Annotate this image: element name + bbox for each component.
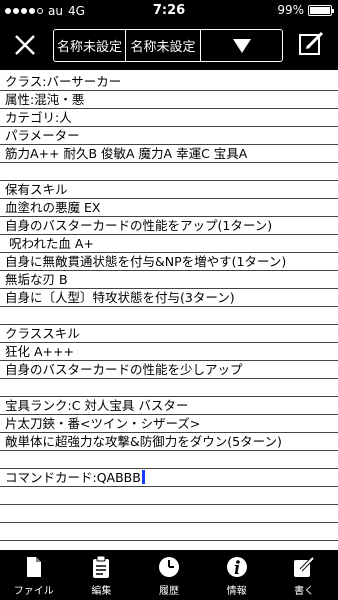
note-line-text: 保有スキル — [5, 182, 68, 197]
note-line-text: 狂化 A+++ — [5, 344, 74, 359]
note-line[interactable]: 自身のバスターカードの性能を少しアップ — [0, 361, 338, 379]
edit-button[interactable] — [296, 29, 326, 59]
note-line[interactable]: 血塗れの悪魔 EX — [0, 199, 338, 217]
note-line[interactable] — [0, 451, 338, 469]
note-line-text: 自身に〔人型〕特攻状態を付与(3ターン) — [5, 290, 235, 305]
note-line[interactable]: 狂化 A+++ — [0, 343, 338, 361]
close-icon — [15, 35, 35, 55]
tab-bar: ファイル 編集 履歴 情報 書く — [0, 550, 338, 600]
note-line-text: コマンドカード:QABBB — [5, 470, 141, 485]
note-line-text: 無垢な刃 B — [5, 272, 68, 287]
note-line-text: カテゴリ:人 — [5, 110, 72, 125]
triangle-down-icon — [232, 38, 251, 53]
clock-icon — [158, 557, 179, 577]
note-line[interactable]: 片太刀鋏・番<ツイン・シザーズ> — [0, 415, 338, 433]
note-line-text: 血塗れの悪魔 EX — [5, 200, 101, 215]
note-line[interactable]: 宝具ランク:C 対人宝具 バスター — [0, 397, 338, 415]
title-segment-2[interactable]: 名称未設定 — [126, 30, 201, 61]
note-line[interactable] — [0, 523, 338, 541]
note-line[interactable] — [0, 487, 338, 505]
dropdown-button[interactable] — [201, 30, 282, 61]
note-line[interactable]: 敵単体に超強力な攻撃&防御力をダウン(5ターン) — [0, 433, 338, 451]
note-line[interactable]: クラススキル — [0, 325, 338, 343]
file-icon — [26, 557, 41, 577]
tab-write-label: 書く — [294, 586, 315, 597]
note-line[interactable] — [0, 379, 338, 397]
note-line-text: 自身に無敵貫通状態を付与&NPを増やす(1ターン) — [5, 254, 287, 269]
tab-history[interactable]: 履歴 — [135, 550, 203, 600]
write-icon — [294, 555, 316, 577]
tab-edit[interactable]: 編集 — [68, 550, 136, 600]
note-line[interactable] — [0, 163, 338, 181]
note-text-area[interactable]: クラス:バーサーカー 属性:混沌・悪 カテゴリ:人 パラメーター筋力A++ 耐久B 俊… — [0, 70, 338, 550]
note-line-text: クラススキル — [5, 326, 80, 341]
note-line[interactable] — [0, 307, 338, 325]
note-line[interactable]: 自身に〔人型〕特攻状態を付与(3ターン) — [0, 289, 338, 307]
note-line[interactable]: カテゴリ:人 — [0, 109, 338, 127]
tab-write[interactable]: 書く — [270, 550, 338, 600]
title-segment-1[interactable]: 名称未設定 — [54, 30, 126, 61]
note-line[interactable] — [0, 505, 338, 523]
tab-file[interactable]: ファイル — [0, 550, 68, 600]
note-line[interactable]: 呪われた血 A+ — [0, 235, 338, 253]
note-line-text: 属性:混沌・悪 — [5, 92, 85, 107]
info-icon — [226, 557, 247, 577]
tab-edit-label: 編集 — [91, 586, 112, 597]
battery-icon — [308, 4, 334, 16]
note-line[interactable]: 筋力A++ 耐久B 俊敏A 魔力A 幸運C 宝具A — [0, 145, 338, 163]
edit-icon — [299, 31, 324, 55]
note-line-text: クラス:バーサーカー — [5, 74, 122, 89]
note-line[interactable]: 保有スキル — [0, 181, 338, 199]
status-bar: au 4G 7:26 99% — [0, 0, 338, 22]
tab-info[interactable]: 情報 — [203, 550, 271, 600]
note-line-text: 宝具ランク:C 対人宝具 バスター — [5, 398, 189, 413]
note-line[interactable]: コマンドカード:QABBB — [0, 469, 338, 487]
note-line-text: パラメーター — [5, 128, 80, 143]
note-line[interactable]: 無垢な刃 B — [0, 271, 338, 289]
note-line-text: 呪われた血 A+ — [5, 236, 94, 251]
note-line-text: 自身のバスターカードの性能をアップ(1ターン) — [5, 218, 273, 233]
title-segmented-control: 名称未設定 名称未設定 — [53, 29, 283, 62]
note-line-text: 敵単体に超強力な攻撃&防御力をダウン(5ターン) — [5, 434, 282, 449]
note-line[interactable]: 自身のバスターカードの性能をアップ(1ターン) — [0, 217, 338, 235]
note-line[interactable]: パラメーター — [0, 127, 338, 145]
note-line[interactable] — [0, 541, 338, 550]
note-line[interactable]: 自身に無敵貫通状態を付与&NPを増やす(1ターン) — [0, 253, 338, 271]
tab-history-label: 履歴 — [158, 586, 179, 597]
note-line-text: 片太刀鋏・番<ツイン・シザーズ> — [5, 416, 201, 431]
text-cursor — [141, 470, 145, 484]
tab-info-label: 情報 — [226, 586, 247, 597]
battery-percent: 99% — [277, 3, 304, 17]
clipboard-icon — [93, 555, 110, 578]
tab-file-label: ファイル — [13, 586, 54, 597]
note-line[interactable]: クラス:バーサーカー — [0, 73, 338, 91]
note-line[interactable]: 属性:混沌・悪 — [0, 91, 338, 109]
close-button[interactable] — [10, 30, 40, 60]
note-line-text: 筋力A++ 耐久B 俊敏A 魔力A 幸運C 宝具A — [5, 146, 248, 161]
note-line-text: 自身のバスターカードの性能を少しアップ — [5, 362, 243, 377]
toolbar: 名称未設定 名称未設定 — [0, 22, 338, 68]
